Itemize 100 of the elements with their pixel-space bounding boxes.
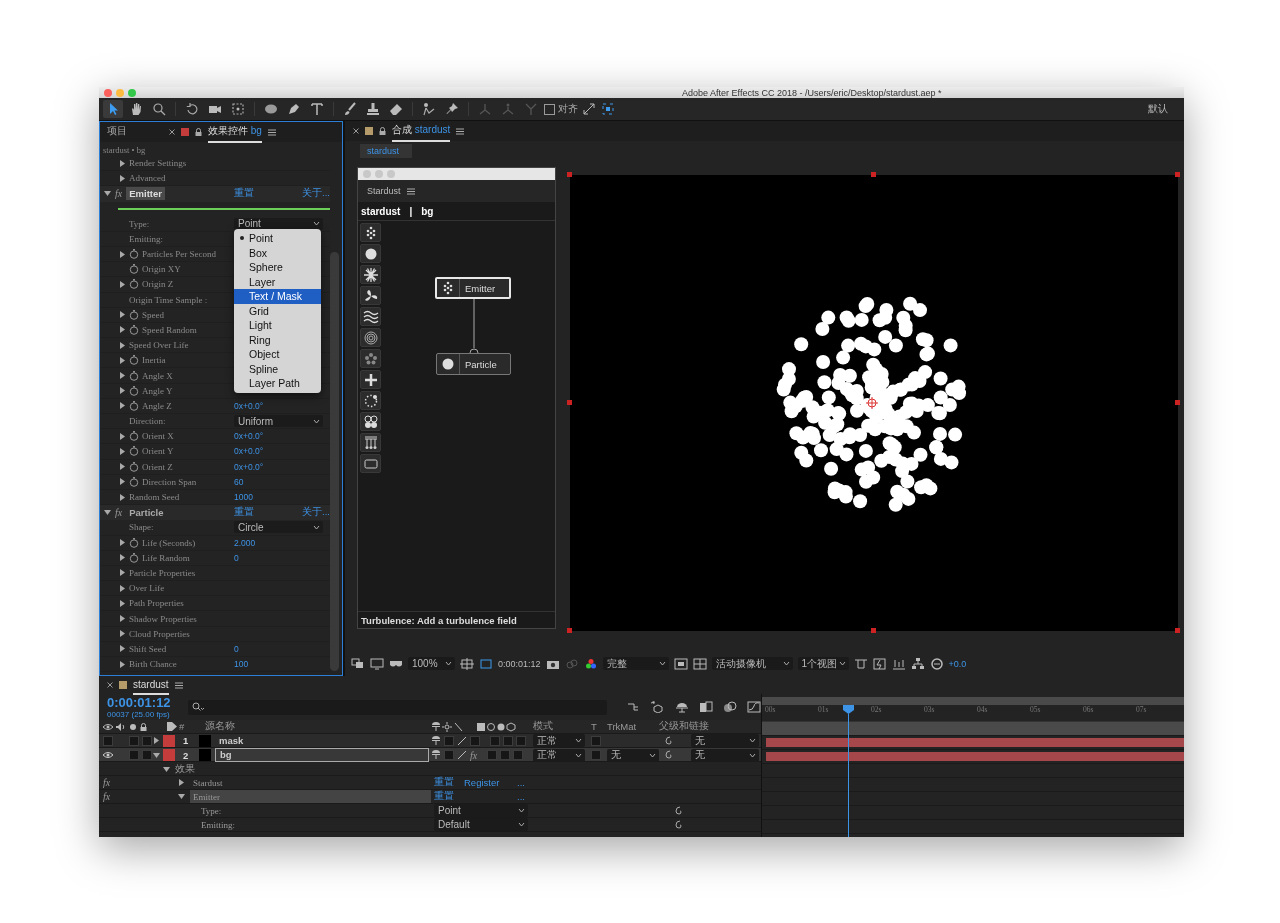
camera-dropdown[interactable]: 活动摄像机 bbox=[711, 657, 793, 670]
quality-icon[interactable] bbox=[457, 750, 467, 760]
menu-icon[interactable] bbox=[267, 128, 276, 136]
tool-button[interactable] bbox=[360, 391, 381, 410]
resolution-dropdown[interactable]: 完整 bbox=[602, 657, 669, 670]
quality-icon[interactable] bbox=[457, 735, 467, 746]
switch-box[interactable] bbox=[490, 735, 500, 746]
stopwatch-icon[interactable] bbox=[129, 279, 139, 290]
twirl-icon[interactable] bbox=[119, 660, 126, 668]
label-swatch[interactable] bbox=[163, 734, 175, 747]
resize-handle[interactable] bbox=[871, 172, 876, 177]
register-link[interactable]: Register bbox=[464, 777, 500, 788]
menu-item[interactable]: Box bbox=[234, 245, 321, 260]
grid-icon[interactable] bbox=[460, 657, 474, 670]
effect-switch[interactable]: fx bbox=[470, 749, 478, 761]
stopwatch-icon[interactable] bbox=[129, 446, 139, 457]
property-value[interactable]: 60 bbox=[234, 476, 330, 487]
color-channels-icon[interactable] bbox=[583, 657, 598, 670]
parent-dropdown[interactable]: 无 bbox=[691, 748, 759, 762]
property-value[interactable]: 1000 bbox=[234, 492, 330, 503]
menu-item[interactable]: Spline bbox=[234, 361, 321, 376]
panel-tab[interactable]: 效果控件 bg bbox=[208, 121, 262, 143]
stopwatch-icon[interactable] bbox=[129, 249, 139, 260]
pick-whip-icon[interactable] bbox=[675, 819, 685, 830]
switch-box[interactable] bbox=[129, 750, 139, 760]
stopwatch-icon[interactable] bbox=[129, 355, 139, 366]
tool-button[interactable] bbox=[360, 433, 381, 452]
tool-button[interactable] bbox=[360, 223, 381, 242]
property-dropdown[interactable]: Uniform bbox=[234, 415, 323, 428]
twirl-icon[interactable] bbox=[119, 326, 126, 334]
twirl-icon[interactable] bbox=[119, 493, 126, 501]
menu-item[interactable]: Grid bbox=[234, 303, 321, 318]
stopwatch-icon[interactable] bbox=[129, 552, 139, 563]
property-dropdown[interactable]: Default bbox=[434, 818, 528, 831]
zoom-dropdown[interactable]: 100% bbox=[408, 657, 455, 670]
stopwatch-icon[interactable] bbox=[129, 431, 139, 442]
panel-tab[interactable]: 项目 bbox=[107, 121, 127, 143]
switch-box[interactable] bbox=[503, 735, 513, 746]
reset-link[interactable]: 重置 bbox=[234, 506, 302, 520]
twirl-icon[interactable] bbox=[119, 402, 126, 410]
layer-name[interactable]: mask bbox=[215, 734, 429, 747]
property-dropdown[interactable]: Point bbox=[234, 217, 323, 230]
resize-handle[interactable] bbox=[1175, 628, 1180, 633]
twirl-icon[interactable] bbox=[119, 372, 126, 380]
twirl-icon[interactable] bbox=[119, 463, 126, 471]
twirl-icon[interactable] bbox=[178, 779, 185, 786]
menu-item[interactable]: Light bbox=[234, 318, 321, 333]
anchor-point-icon[interactable] bbox=[866, 397, 878, 409]
twirl-icon[interactable] bbox=[119, 615, 126, 623]
menu-item[interactable]: Layer bbox=[234, 274, 321, 289]
timecode[interactable]: 0:00:01:12 bbox=[498, 658, 541, 669]
property-value[interactable]: 0 bbox=[234, 643, 330, 654]
mode-dropdown[interactable]: 正常 bbox=[533, 734, 585, 747]
pick-whip-icon[interactable] bbox=[665, 750, 675, 760]
property-value[interactable]: 0x+0.0° bbox=[234, 446, 330, 457]
exposure-value[interactable]: +0.0 bbox=[948, 658, 967, 669]
switch-box[interactable] bbox=[142, 735, 152, 746]
views-dropdown[interactable]: 1个视图 bbox=[797, 657, 849, 670]
property-dropdown[interactable]: Circle bbox=[234, 521, 323, 534]
effect-name[interactable]: Particle bbox=[126, 506, 167, 520]
layer-row[interactable]: 1 mask 正常 无 bbox=[99, 734, 761, 748]
reset-link[interactable]: 重置 bbox=[434, 790, 454, 803]
twirl-icon[interactable] bbox=[119, 432, 126, 440]
pick-whip-icon[interactable] bbox=[665, 735, 675, 746]
eye-icon[interactable] bbox=[103, 751, 113, 759]
menu-icon[interactable] bbox=[456, 127, 465, 135]
switch-box[interactable] bbox=[444, 735, 454, 746]
stopwatch-icon[interactable] bbox=[129, 385, 139, 396]
draft-3d-icon[interactable] bbox=[651, 701, 665, 713]
twirl-icon[interactable] bbox=[153, 751, 160, 759]
dotted-square-icon[interactable] bbox=[230, 101, 246, 117]
twirl-icon[interactable] bbox=[119, 630, 126, 638]
label-swatch[interactable] bbox=[163, 749, 175, 761]
twirl-icon[interactable] bbox=[119, 280, 126, 288]
timeline-tab[interactable]: stardust bbox=[133, 676, 169, 695]
stopwatch-icon[interactable] bbox=[129, 461, 139, 472]
tool-button[interactable] bbox=[360, 244, 381, 263]
switch-box[interactable] bbox=[516, 735, 526, 746]
search-field[interactable] bbox=[187, 699, 607, 715]
property-value[interactable]: 0x+0.0° bbox=[234, 431, 330, 442]
close-icon[interactable] bbox=[353, 128, 359, 134]
figure-brush-icon[interactable] bbox=[421, 101, 437, 117]
resize-handle[interactable] bbox=[567, 400, 572, 405]
shy-switch-icon[interactable] bbox=[431, 735, 441, 746]
snap-checkbox[interactable] bbox=[544, 103, 555, 115]
tool-button[interactable] bbox=[360, 286, 381, 305]
about-link[interactable]: 关于... bbox=[302, 187, 330, 201]
twirl-icon[interactable] bbox=[119, 645, 126, 653]
shy-switch-icon[interactable] bbox=[431, 750, 441, 760]
lock-icon[interactable] bbox=[379, 127, 386, 135]
composition-subtab[interactable]: stardust bbox=[360, 144, 412, 158]
switch-box[interactable] bbox=[500, 750, 511, 760]
twirl-icon[interactable] bbox=[119, 174, 126, 182]
menu-item[interactable]: Layer Path bbox=[234, 376, 321, 391]
resize-handle[interactable] bbox=[871, 628, 876, 633]
region-icon[interactable] bbox=[673, 657, 688, 670]
snap-target-icon[interactable] bbox=[600, 101, 616, 117]
menu-item[interactable]: Sphere bbox=[234, 260, 321, 275]
twirl-icon[interactable] bbox=[119, 159, 126, 167]
brush-icon[interactable] bbox=[342, 101, 358, 117]
